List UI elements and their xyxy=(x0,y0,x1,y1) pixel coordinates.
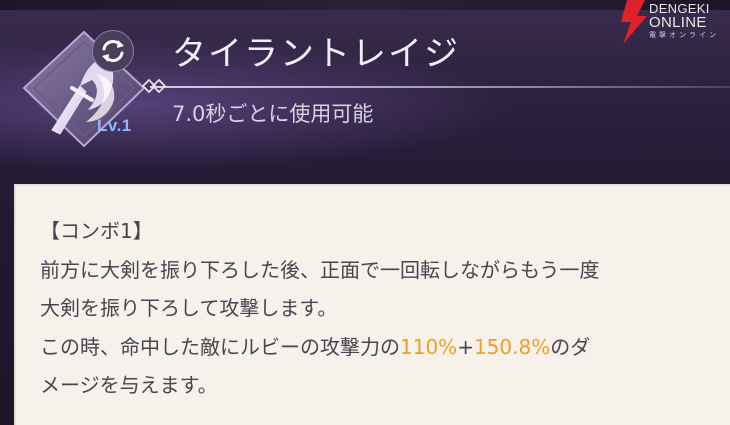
title-divider xyxy=(150,86,730,88)
damage-text-suffix: のダ xyxy=(550,334,591,359)
damage-plus: + xyxy=(457,334,474,359)
skill-level: Lv.1 xyxy=(97,116,132,135)
description-line: メージを与えます。 xyxy=(40,373,218,397)
skill-cooldown: 7.0秒ごとに使用可能 xyxy=(172,102,374,126)
watermark-line3: 電撃オンライン xyxy=(649,31,719,39)
description-line-damage: この時、命中した敵にルビーの攻撃力の110%+150.8%のダ xyxy=(40,328,720,367)
damage-text-prefix: この時、命中した敵にルビーの攻撃力の xyxy=(40,334,400,359)
combo-header: 【コンボ1】 xyxy=(40,219,153,243)
watermark-line2: ONLINE xyxy=(649,14,707,31)
skill-name: タイラントレイジ xyxy=(172,34,460,74)
damage-value-2: 150.8% xyxy=(473,334,551,359)
skill-description: 【コンボ1】 前方に大剣を振り下ろした後、正面で一回転しながらもう一度 大剣を振… xyxy=(40,212,720,405)
panel-left-edge xyxy=(0,184,14,425)
diamond-ornament-icon xyxy=(135,74,175,98)
damage-value-1: 110% xyxy=(400,334,458,359)
description-line: 大剣を振り下ろして攻撃します。 xyxy=(40,296,338,320)
description-line: 前方に大剣を振り下ろした後、正面で一回転しながらもう一度 xyxy=(40,257,600,282)
refresh-icon xyxy=(92,30,134,72)
